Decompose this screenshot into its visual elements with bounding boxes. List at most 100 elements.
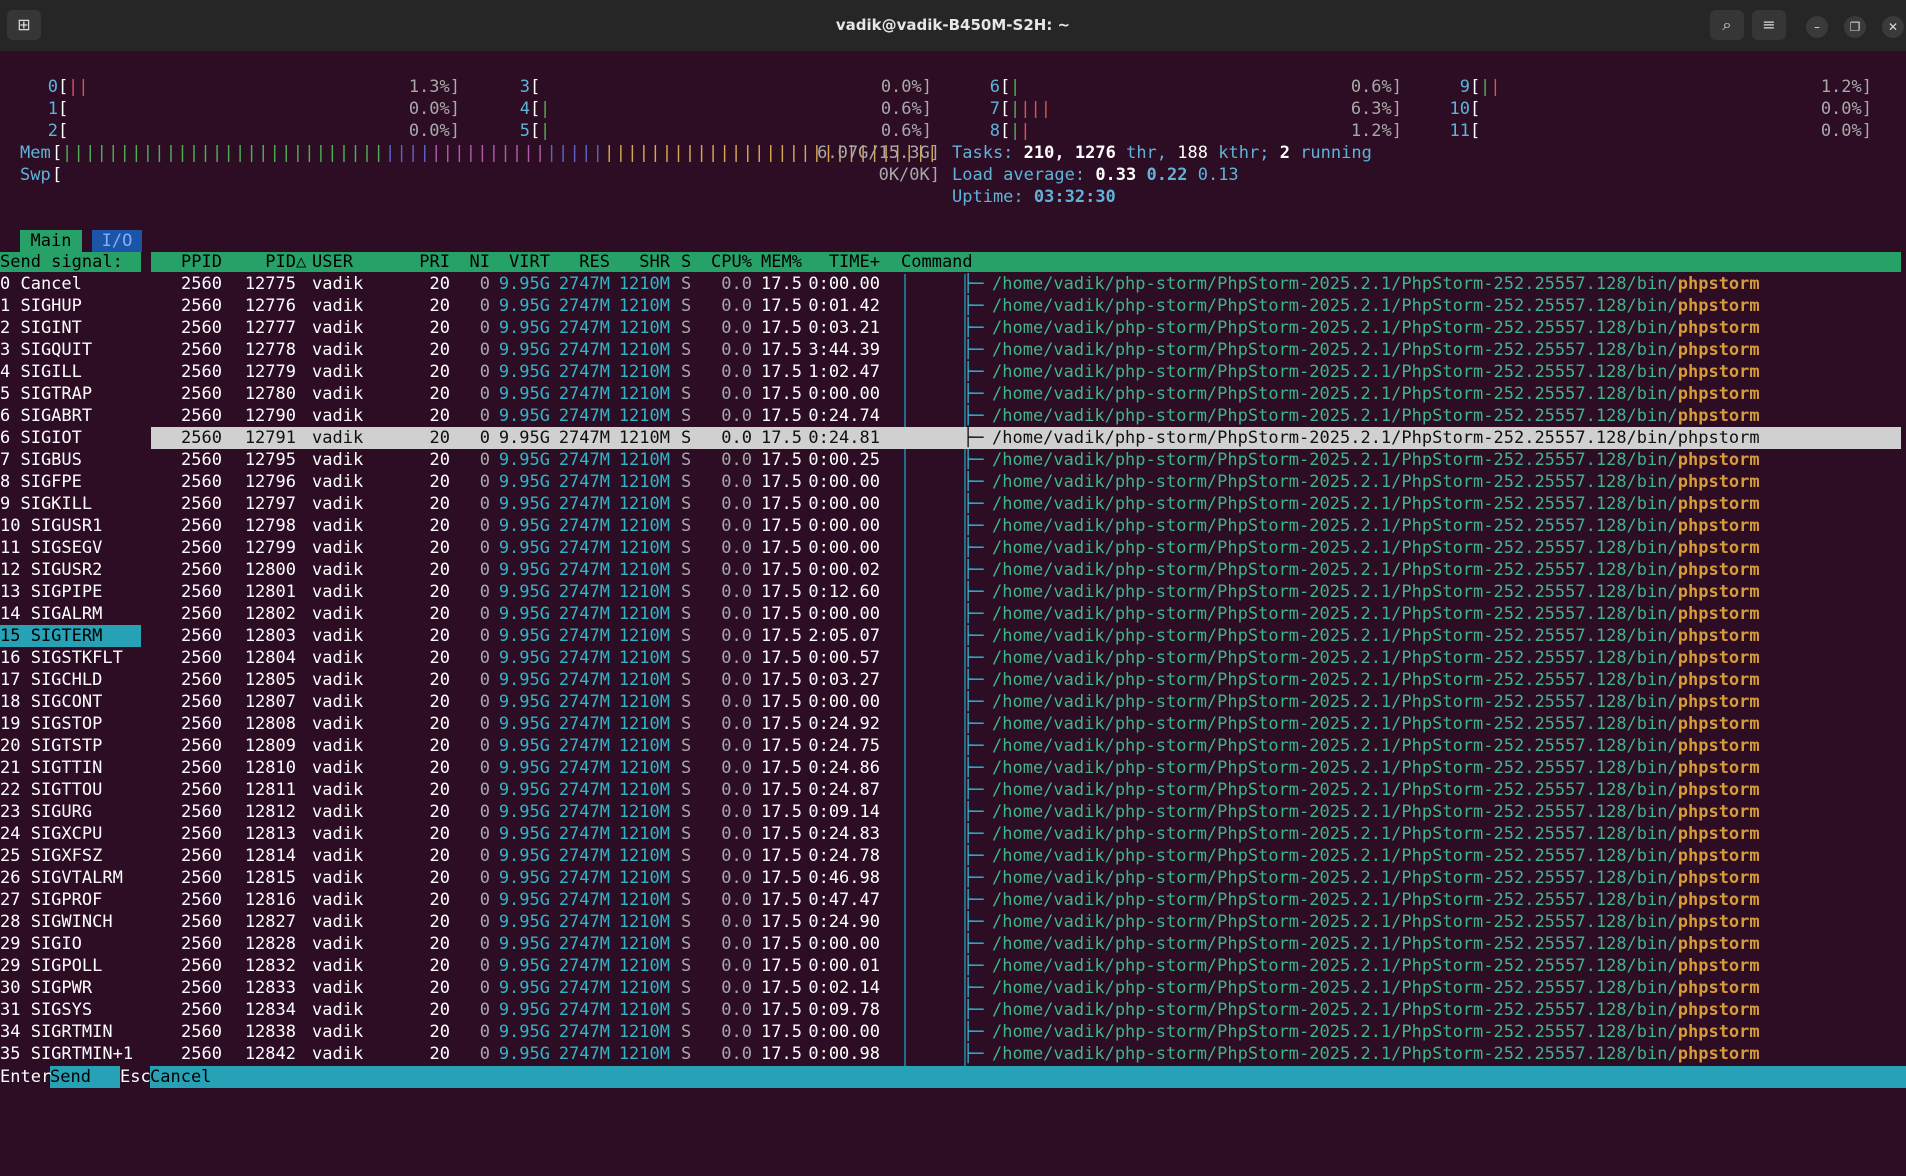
process-row[interactable]: 2560 12790 vadik 20 0 9.95G 2747M 1210M S 0.0 17.5… [151, 405, 1901, 427]
table-row[interactable]: 6 SIGABRT 2560 12790 vadik 20 0 9.95G 2747M 1210… [0, 405, 1906, 427]
signal-item[interactable]: 20 SIGTSTP [0, 735, 141, 757]
signal-item[interactable]: 29 SIGPOLL [0, 955, 141, 977]
process-row[interactable]: 2560 12827 vadik 20 0 9.95G 2747M 1210M S 0.0 17.5… [151, 911, 1901, 933]
table-row[interactable]: 15 SIGTERM 2560 12803 vadik 20 0 9.95G 2747M 121… [0, 625, 1906, 647]
signal-item[interactable]: 14 SIGALRM [0, 603, 141, 625]
table-row[interactable]: 9 SIGKILL 2560 12797 vadik 20 0 9.95G 2747M 1210… [0, 493, 1906, 515]
search-button[interactable]: ⌕ [1710, 10, 1744, 40]
tab-main[interactable]: Main [20, 230, 82, 252]
process-row[interactable]: 2560 12803 vadik 20 0 9.95G 2747M 1210M S 0.0 17.5… [151, 625, 1901, 647]
signal-item[interactable]: 21 SIGTTIN [0, 757, 141, 779]
cancel-button[interactable]: Cancel [150, 1066, 211, 1088]
signal-item[interactable]: 6 SIGIOT [0, 427, 141, 449]
table-row[interactable]: 1 SIGHUP 2560 12776 vadik 20 0 9.95G 2747M 1210M… [0, 295, 1906, 317]
table-row[interactable]: 5 SIGTRAP 2560 12780 vadik 20 0 9.95G 2747M 1210… [0, 383, 1906, 405]
process-row[interactable]: 2560 12808 vadik 20 0 9.95G 2747M 1210M S 0.0 17.5… [151, 713, 1901, 735]
table-row[interactable]: 11 SIGSEGV 2560 12799 vadik 20 0 9.95G 2747M 121… [0, 537, 1906, 559]
table-row[interactable]: 19 SIGSTOP 2560 12808 vadik 20 0 9.95G 2747M 121… [0, 713, 1906, 735]
process-row[interactable]: 2560 12807 vadik 20 0 9.95G 2747M 1210M S 0.0 17.5… [151, 691, 1901, 713]
table-row[interactable]: 16 SIGSTKFLT 2560 12804 vadik 20 0 9.95G 2747M 1… [0, 647, 1906, 669]
table-row[interactable]: 8 SIGFPE 2560 12796 vadik 20 0 9.95G 2747M 1210M… [0, 471, 1906, 493]
close-button[interactable]: ✕ [1882, 16, 1904, 38]
table-row[interactable]: 4 SIGILL 2560 12779 vadik 20 0 9.95G 2747M 1210M… [0, 361, 1906, 383]
col-time[interactable]: TIME+ [802, 251, 880, 273]
table-row[interactable]: 29 SIGPOLL 2560 12832 vadik 20 0 9.95G 2747M 121… [0, 955, 1906, 977]
process-row[interactable]: 2560 12797 vadik 20 0 9.95G 2747M 1210M S 0.0 17.5… [151, 493, 1901, 515]
process-row[interactable]: 2560 12810 vadik 20 0 9.95G 2747M 1210M S 0.0 17.5… [151, 757, 1901, 779]
col-s[interactable]: S [681, 251, 691, 273]
process-row[interactable]: 2560 12842 vadik 20 0 9.95G 2747M 1210M S 0.0 17.5… [151, 1043, 1901, 1065]
process-row[interactable]: 2560 12800 vadik 20 0 9.95G 2747M 1210M S 0.0 17.5… [151, 559, 1901, 581]
table-row[interactable]: 31 SIGSYS 2560 12834 vadik 20 0 9.95G 2747M 1210… [0, 999, 1906, 1021]
process-row[interactable]: 2560 12811 vadik 20 0 9.95G 2747M 1210M S 0.0 17.5… [151, 779, 1901, 801]
col-virt[interactable]: VIRT [490, 251, 550, 273]
signal-item[interactable]: 9 SIGKILL [0, 493, 141, 515]
process-row[interactable]: 2560 12780 vadik 20 0 9.95G 2747M 1210M S 0.0 17.5… [151, 383, 1901, 405]
process-row[interactable]: 2560 12809 vadik 20 0 9.95G 2747M 1210M S 0.0 17.5… [151, 735, 1901, 757]
signal-item[interactable]: 15 SIGTERM [0, 625, 141, 647]
signal-item[interactable]: 2 SIGINT [0, 317, 141, 339]
process-row[interactable]: 2560 12801 vadik 20 0 9.95G 2747M 1210M S 0.0 17.5… [151, 581, 1901, 603]
send-button[interactable]: Send [50, 1066, 91, 1088]
process-row[interactable]: 2560 12791 vadik 20 0 9.95G 2747M 1210M S 0.0 17.5… [151, 427, 1901, 449]
table-row[interactable]: 35 SIGRTMIN+1 2560 12842 vadik 20 0 9.95G 2747M… [0, 1043, 1906, 1065]
signal-item[interactable]: 12 SIGUSR2 [0, 559, 141, 581]
col-command[interactable]: Command [901, 251, 973, 273]
process-row[interactable]: 2560 12838 vadik 20 0 9.95G 2747M 1210M S 0.0 17.5… [151, 1021, 1901, 1043]
col-shr[interactable]: SHR [610, 251, 670, 273]
signal-item[interactable]: 35 SIGRTMIN+1 [0, 1043, 141, 1065]
process-row[interactable]: 2560 12834 vadik 20 0 9.95G 2747M 1210M S 0.0 17.5… [151, 999, 1901, 1021]
col-pri[interactable]: PRI [400, 251, 450, 273]
signal-item[interactable]: 7 SIGBUS [0, 449, 141, 471]
menu-button[interactable]: ≡ [1752, 10, 1786, 40]
table-row[interactable]: 22 SIGTTOU 2560 12811 vadik 20 0 9.95G 2747M 121… [0, 779, 1906, 801]
signal-item[interactable]: 28 SIGWINCH [0, 911, 141, 933]
restore-button[interactable]: ❐ [1844, 16, 1866, 38]
table-row[interactable]: 10 SIGUSR1 2560 12798 vadik 20 0 9.95G 2747M 121… [0, 515, 1906, 537]
table-row[interactable]: 24 SIGXCPU 2560 12813 vadik 20 0 9.95G 2747M 121… [0, 823, 1906, 845]
process-row[interactable]: 2560 12833 vadik 20 0 9.95G 2747M 1210M S 0.0 17.5… [151, 977, 1901, 999]
signal-item[interactable]: 10 SIGUSR1 [0, 515, 141, 537]
table-row[interactable]: 2 SIGINT 2560 12777 vadik 20 0 9.95G 2747M 1210M… [0, 317, 1906, 339]
signal-item[interactable]: 18 SIGCONT [0, 691, 141, 713]
signal-item[interactable]: 34 SIGRTMIN [0, 1021, 141, 1043]
process-row[interactable]: 2560 12776 vadik 20 0 9.95G 2747M 1210M S 0.0 17.5… [151, 295, 1901, 317]
signal-item[interactable]: 31 SIGSYS [0, 999, 141, 1021]
signal-item[interactable]: 24 SIGXCPU [0, 823, 141, 845]
col-res[interactable]: RES [550, 251, 610, 273]
table-row[interactable]: 30 SIGPWR 2560 12833 vadik 20 0 9.95G 2747M 1210… [0, 977, 1906, 999]
signal-item[interactable]: 19 SIGSTOP [0, 713, 141, 735]
process-row[interactable]: 2560 12812 vadik 20 0 9.95G 2747M 1210M S 0.0 17.5… [151, 801, 1901, 823]
process-row[interactable]: 2560 12779 vadik 20 0 9.95G 2747M 1210M S 0.0 17.5… [151, 361, 1901, 383]
table-row[interactable]: 27 SIGPROF 2560 12816 vadik 20 0 9.95G 2747M 121… [0, 889, 1906, 911]
signal-item[interactable]: 16 SIGSTKFLT [0, 647, 141, 669]
table-row[interactable]: 29 SIGIO 2560 12828 vadik 20 0 9.95G 2747M 1210M… [0, 933, 1906, 955]
table-row[interactable]: 13 SIGPIPE 2560 12801 vadik 20 0 9.95G 2747M 121… [0, 581, 1906, 603]
signal-item[interactable]: 25 SIGXFSZ [0, 845, 141, 867]
process-row[interactable]: 2560 12775 vadik 20 0 9.95G 2747M 1210M S 0.0 17.5… [151, 273, 1901, 295]
table-row[interactable]: 23 SIGURG 2560 12812 vadik 20 0 9.95G 2747M 1210… [0, 801, 1906, 823]
signal-item[interactable]: 17 SIGCHLD [0, 669, 141, 691]
signal-item[interactable]: 3 SIGQUIT [0, 339, 141, 361]
process-row[interactable]: 2560 12813 vadik 20 0 9.95G 2747M 1210M S 0.0 17.5… [151, 823, 1901, 845]
table-row[interactable]: 21 SIGTTIN 2560 12810 vadik 20 0 9.95G 2747M 121… [0, 757, 1906, 779]
signal-item[interactable]: 8 SIGFPE [0, 471, 141, 493]
process-row[interactable]: 2560 12816 vadik 20 0 9.95G 2747M 1210M S 0.0 17.5… [151, 889, 1901, 911]
signal-item[interactable]: 0 Cancel [0, 273, 141, 295]
col-pid[interactable]: PID [232, 251, 296, 273]
table-row[interactable]: 34 SIGRTMIN 2560 12838 vadik 20 0 9.95G 2747M 12… [0, 1021, 1906, 1043]
signal-item[interactable]: 1 SIGHUP [0, 295, 141, 317]
signal-item[interactable]: 5 SIGTRAP [0, 383, 141, 405]
table-row[interactable]: 18 SIGCONT 2560 12807 vadik 20 0 9.95G 2747M 121… [0, 691, 1906, 713]
signal-item[interactable]: 6 SIGABRT [0, 405, 141, 427]
process-row[interactable]: 2560 12799 vadik 20 0 9.95G 2747M 1210M S 0.0 17.5… [151, 537, 1901, 559]
process-row[interactable]: 2560 12815 vadik 20 0 9.95G 2747M 1210M S 0.0 17.5… [151, 867, 1901, 889]
signal-item[interactable]: 26 SIGVTALRM [0, 867, 141, 889]
signal-item[interactable]: 13 SIGPIPE [0, 581, 141, 603]
process-row[interactable]: 2560 12795 vadik 20 0 9.95G 2747M 1210M S 0.0 17.5… [151, 449, 1901, 471]
signal-item[interactable]: 11 SIGSEGV [0, 537, 141, 559]
table-row[interactable]: 12 SIGUSR2 2560 12800 vadik 20 0 9.95G 2747M 121… [0, 559, 1906, 581]
col-cpu[interactable]: CPU% [700, 251, 752, 273]
table-row[interactable]: 7 SIGBUS 2560 12795 vadik 20 0 9.95G 2747M 1210M… [0, 449, 1906, 471]
process-row[interactable]: 2560 12804 vadik 20 0 9.95G 2747M 1210M S 0.0 17.5… [151, 647, 1901, 669]
